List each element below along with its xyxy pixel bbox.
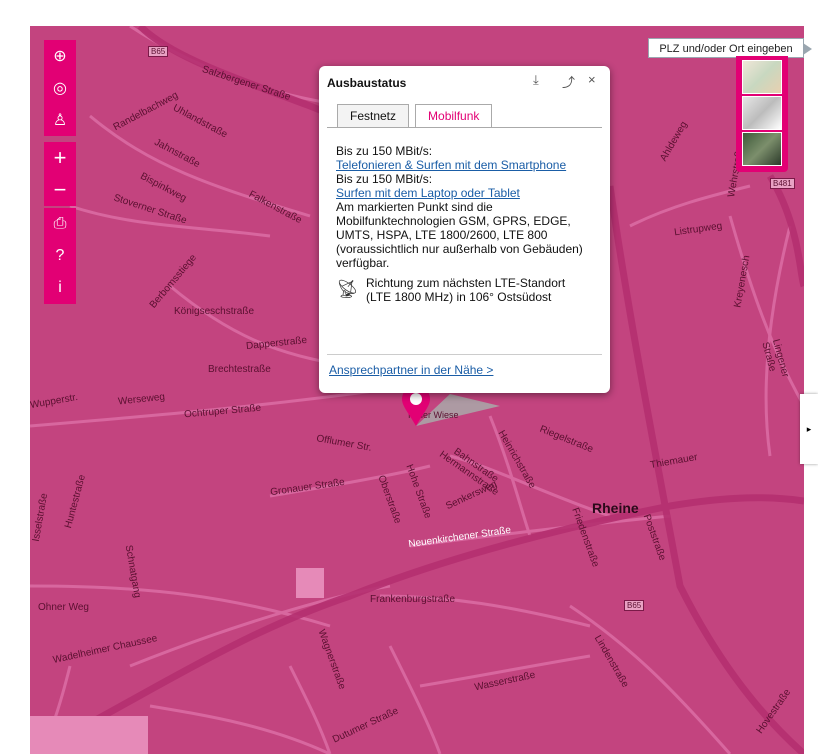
availability-text: Am markierten Punkt sind die Mobilfunkte… <box>336 200 583 270</box>
contact-link[interactable]: Ansprechpartner in der Nähe > <box>329 363 493 377</box>
map-toolbar-bottom: ⎙ ? i <box>44 208 76 304</box>
map-label-koenigsesch: Königseschstraße <box>174 306 255 317</box>
side-panel-toggle[interactable]: ▸ <box>800 394 818 464</box>
map-label-ohner: Ohner Weg <box>38 602 89 613</box>
target-icon[interactable]: ◎ <box>44 72 76 104</box>
zoom-out-button[interactable]: − <box>44 174 76 206</box>
crosshair-icon[interactable]: ⊕ <box>44 40 76 72</box>
map-toolbar-top: ⊕ ◎ ♙ <box>44 40 76 136</box>
road-shield-b65-bottom: B65 <box>624 600 645 611</box>
help-button[interactable]: ? <box>44 240 76 272</box>
share-icon[interactable]: ⤴ <box>562 72 575 91</box>
popup-tabs: Festnetz Mobilfunk <box>337 104 498 128</box>
printer-icon[interactable]: ⎙ <box>44 208 76 240</box>
close-button[interactable]: × <box>588 72 596 87</box>
laptop-link[interactable]: Surfen mit dem Laptop oder Tablet <box>336 186 598 200</box>
layer-terrain-thumbnail[interactable] <box>742 96 782 130</box>
road-shield-b481: B481 <box>770 178 795 189</box>
popup-title: Ausbaustatus <box>327 76 407 90</box>
tab-divider <box>327 127 602 128</box>
map-label-city: Rheine <box>592 500 639 516</box>
speed-line-1: Bis zu 150 MBit/s: <box>336 144 433 158</box>
layer-switcher <box>736 56 788 172</box>
direction-text: Richtung zum nächsten LTE-Standort (LTE … <box>366 276 566 304</box>
direction-info: 📡︎ Richtung zum nächsten LTE-Standort (L… <box>336 276 598 304</box>
tab-festnetz[interactable]: Festnetz <box>337 104 410 127</box>
coverage-popup: Ausbaustatus ⤓ ⤴ × Festnetz Mobilfunk Bi… <box>319 66 610 393</box>
location-search-input[interactable]: PLZ und/oder Ort eingeben <box>648 38 812 58</box>
info-button[interactable]: i <box>44 272 76 304</box>
speed-line-2: Bis zu 150 MBit/s: <box>336 172 433 186</box>
zoom-controls: + − <box>44 142 76 206</box>
map-label-frankenburg: Frankenburgstraße <box>370 594 456 605</box>
road-shield-b65-top: B65 <box>148 46 169 57</box>
chevron-right-icon: ▸ <box>806 423 812 434</box>
popup-body: Bis zu 150 MBit/s: Telefonieren & Surfen… <box>336 144 598 304</box>
map-label-brecht: Brechtestraße <box>208 364 271 375</box>
layer-map-thumbnail[interactable] <box>742 60 782 94</box>
smartphone-link[interactable]: Telefonieren & Surfen mit dem Smartphone <box>336 158 598 172</box>
zoom-in-button[interactable]: + <box>44 142 76 174</box>
antenna-icon: 📡︎ <box>336 279 359 299</box>
layer-satellite-thumbnail[interactable] <box>742 132 782 166</box>
tab-mobilfunk[interactable]: Mobilfunk <box>415 104 493 128</box>
person-icon[interactable]: ♙ <box>44 104 76 136</box>
download-icon[interactable]: ⤓ <box>533 72 539 88</box>
footer-divider <box>327 354 602 355</box>
